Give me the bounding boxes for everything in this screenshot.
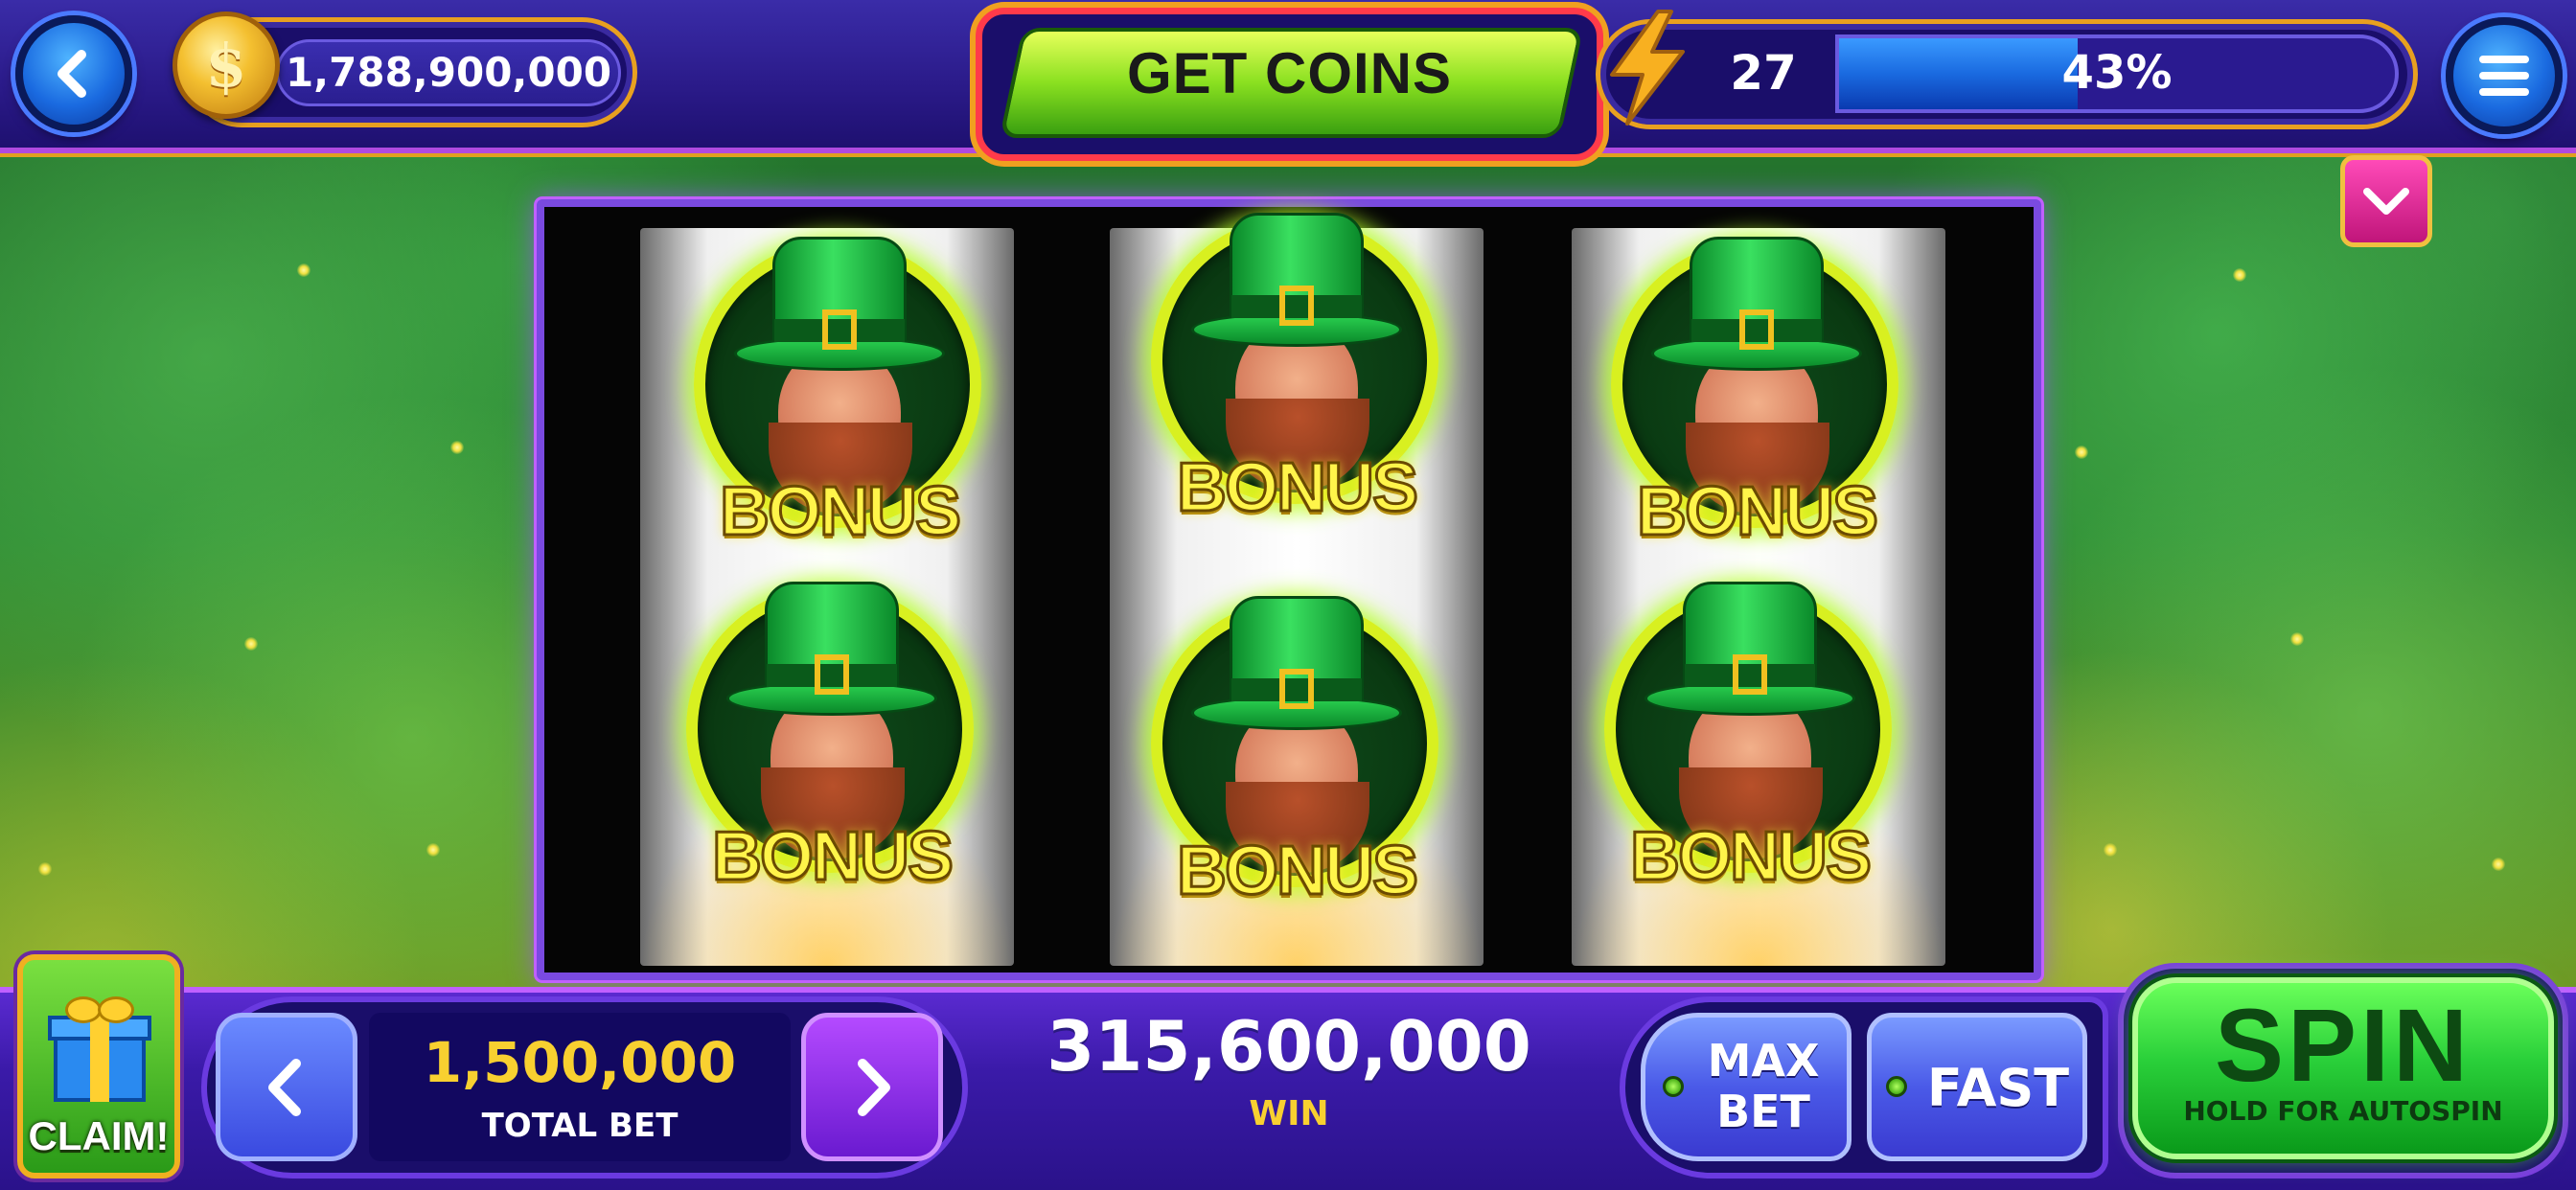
level-number: 27 [1730, 45, 1797, 101]
bonus-symbol: BONUS [678, 576, 985, 897]
hat-buckle [1279, 286, 1314, 326]
increase-bet-button[interactable] [801, 1013, 943, 1161]
gift-box-icon [48, 996, 151, 1102]
fast-label: FAST [1926, 1058, 2070, 1118]
bonus-label: BONUS [1175, 448, 1419, 528]
sparkle [426, 843, 440, 857]
chevron-left-icon [58, 50, 86, 98]
dropdown-button[interactable] [2340, 155, 2432, 247]
bonus-symbol: BONUS [1597, 576, 1903, 897]
level-progress-text: 43% [2061, 46, 2173, 100]
sparkle [244, 637, 258, 651]
reel-window: BONUS BONUS BONUS BONUS BONUS BONUS [537, 199, 2041, 980]
max-bet-indicator [1663, 1076, 1684, 1097]
chevron-right-icon [858, 1058, 890, 1116]
back-button[interactable] [15, 15, 132, 132]
bonus-label: BONUS [1175, 832, 1419, 911]
lightning-bolt-icon [1610, 10, 1685, 126]
sparkle [2104, 843, 2117, 857]
max-bet-label-line2: BET [1716, 1086, 1810, 1137]
gift-bow [98, 996, 134, 1023]
win-label: WIN [1249, 1094, 1329, 1133]
fast-indicator [1886, 1076, 1907, 1097]
sparkle [297, 263, 310, 277]
decrease-bet-button[interactable] [216, 1013, 357, 1161]
bonus-label: BONUS [1635, 472, 1879, 552]
hat-buckle [815, 654, 849, 695]
sparkle [38, 862, 52, 876]
sparkle [450, 441, 464, 454]
chevron-down-icon [2363, 188, 2409, 215]
bonus-symbol: BONUS [1143, 207, 1450, 528]
sparkle [2075, 446, 2088, 459]
gift-ribbon [90, 1016, 109, 1102]
hat-buckle [1739, 309, 1774, 350]
dollar-coin-icon: $ [172, 11, 280, 119]
menu-button[interactable] [2446, 17, 2563, 134]
bonus-label: BONUS [718, 472, 962, 552]
bonus-label: BONUS [710, 817, 954, 897]
bonus-symbol: BONUS [1603, 231, 1910, 552]
sparkle [2233, 268, 2246, 282]
total-bet-value: 1,500,000 [423, 1030, 737, 1095]
hat-buckle [1733, 654, 1767, 695]
claim-label: CLAIM! [28, 1113, 170, 1158]
hold-for-autospin-label: HOLD FOR AUTOSPIN [2183, 1095, 2503, 1127]
bonus-label: BONUS [1628, 817, 1873, 897]
hat-buckle [1279, 669, 1314, 709]
gift-bow [65, 996, 102, 1023]
spin-label: SPIN [2214, 987, 2472, 1103]
hamburger-menu-icon [2479, 56, 2529, 96]
get-coins-label: GET COINS [1126, 41, 1453, 105]
total-bet-label: TOTAL BET [481, 1107, 678, 1145]
win-amount: 315,600,000 [1046, 1006, 1531, 1087]
sparkle [2290, 632, 2304, 646]
max-bet-label-line1: MAX [1707, 1035, 1820, 1087]
bonus-symbol: BONUS [686, 231, 993, 552]
hat-buckle [822, 309, 857, 350]
sparkle [2492, 858, 2505, 871]
bonus-symbol: BONUS [1143, 590, 1450, 911]
chevron-left-icon [268, 1058, 301, 1116]
coin-balance: 1,788,900,000 [276, 39, 621, 106]
